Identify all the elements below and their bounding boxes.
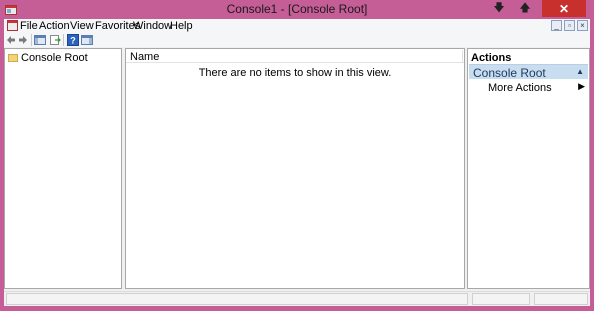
toolbar-separator [31,34,32,46]
actions-section-console-root[interactable]: Console Root ▲ [469,64,588,80]
status-cell-3 [534,293,588,305]
status-cell-2 [472,293,530,305]
actions-pane: Actions Console Root ▲ More Actions ▶ [467,48,590,289]
tree-item-label: Console Root [21,52,88,64]
child-close-button[interactable]: × [577,20,588,31]
menu-help[interactable]: Help [170,20,193,32]
tree-item-console-root[interactable]: Console Root [8,52,88,64]
maximize-window-button[interactable]: 🡅 [516,0,534,17]
status-cell-main [6,293,468,305]
toolbar-separator [63,34,64,46]
show-hide-tree-icon[interactable] [34,34,46,46]
console-tree-pane[interactable]: Console Root [4,48,122,289]
menu-view[interactable]: View [70,20,94,32]
back-arrow-icon[interactable] [5,34,17,46]
child-minimize-button[interactable]: _ [551,20,562,31]
show-hide-action-pane-icon[interactable] [81,34,93,46]
menu-action[interactable]: Action [39,20,70,32]
collapse-arrow-icon[interactable]: ▲ [576,67,584,76]
close-window-button[interactable]: ✕ [542,0,586,17]
child-restore-button[interactable]: ▫ [564,20,575,31]
results-pane[interactable]: Name There are no items to show in this … [125,48,465,289]
export-list-icon[interactable] [49,34,61,46]
column-header-name[interactable]: Name [130,51,159,63]
menu-window[interactable]: Window [133,20,172,32]
window-frame: Console1 - [Console Root] 🡇 🡅 ✕ File Act… [0,0,594,311]
actions-section-label: Console Root [473,66,546,80]
minimize-window-button[interactable]: 🡇 [490,0,508,17]
more-actions-item[interactable]: More Actions [488,82,552,94]
menu-bar: File Action View Favorites Window Help _… [4,19,590,33]
forward-arrow-icon[interactable] [17,34,29,46]
column-divider[interactable] [462,50,463,62]
list-header: Name [126,49,464,63]
empty-list-message: There are no items to show in this view. [198,67,392,79]
actions-pane-title: Actions [471,52,512,64]
menu-file[interactable]: File [20,20,38,32]
title-bar[interactable]: Console1 - [Console Root] 🡇 🡅 ✕ [0,0,594,19]
console-doc-icon[interactable] [7,20,18,31]
svg-text:?: ? [70,36,76,46]
help-icon[interactable]: ? [67,34,79,46]
toolbar: ? [4,33,590,47]
status-bar [4,291,590,306]
client-area: File Action View Favorites Window Help _… [4,19,590,306]
submenu-arrow-icon[interactable]: ▶ [578,81,585,92]
folder-icon [8,54,18,62]
